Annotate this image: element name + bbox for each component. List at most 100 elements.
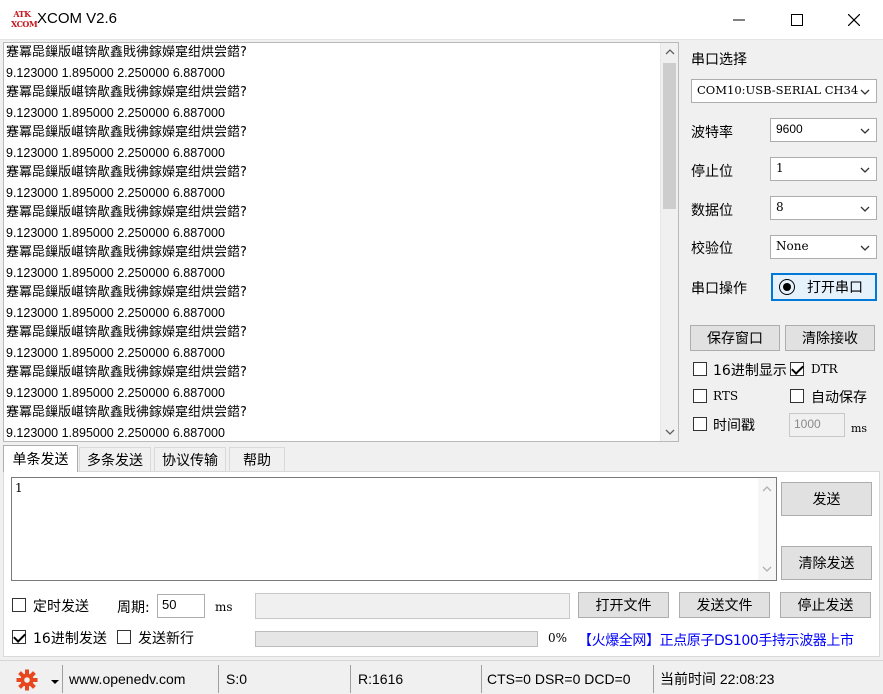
parity-value: None	[776, 239, 809, 253]
data-bits-select[interactable]: 8	[770, 196, 877, 220]
port-status-icon	[779, 279, 795, 295]
timed-send-label: 定时发送	[33, 599, 89, 615]
ad-link[interactable]: 【火爆全网】正点原子DS100手持示波器上市	[578, 629, 873, 654]
current-time: 当前时间 22:08:23	[660, 671, 775, 687]
receive-line: 9.123000 1.895000 2.250000 6.887000	[6, 66, 225, 80]
hex-send-label: 16进制发送	[33, 631, 107, 647]
sent-count: S:0	[226, 671, 248, 687]
send-newline-checkbox[interactable]	[117, 630, 131, 644]
send-text: 1	[15, 481, 23, 495]
receive-line: 蹇冪巼鏁版嵁锛歄鑫戝彿鎵嬫寔绀烘尝鍣?	[6, 245, 247, 260]
data-bits-value: 8	[776, 200, 784, 214]
parity-select[interactable]: None	[770, 235, 877, 259]
timed-send-checkbox[interactable]	[12, 598, 26, 612]
baud-label: 波特率	[691, 125, 733, 141]
title-bar: ATK XCOM XCOM V2.6	[0, 0, 883, 40]
port-operation-label: 串口操作	[691, 281, 747, 297]
dtr-checkbox[interactable]	[790, 362, 804, 376]
send-scroll-up-button[interactable]	[758, 480, 776, 498]
timestamp-label: 时间戳	[713, 418, 755, 434]
xcom-logo-icon: ATK XCOM	[11, 9, 38, 29]
auto-save-checkbox[interactable]	[790, 389, 804, 403]
receive-line: 蹇冪巼鏁版嵁锛歄鑫戝彿鎵嬫寔绀烘尝鍣?	[6, 165, 247, 180]
chevron-down-icon	[860, 206, 870, 212]
send-button[interactable]: 发送	[781, 482, 872, 516]
receive-textarea[interactable]: 蹇冪巼鏁版嵁锛歄鑫戝彿鎵嬫寔绀烘尝鍣? 9.123000 1.895000 2.2…	[3, 42, 679, 442]
minimize-button[interactable]	[710, 0, 768, 40]
tab-help[interactable]: 帮助	[229, 447, 285, 471]
receive-line: 蹇冪巼鏁版嵁锛歄鑫戝彿鎵嬫寔绀烘尝鍣?	[6, 405, 247, 420]
scroll-down-button[interactable]	[661, 423, 678, 441]
auto-save-label: 自动保存	[811, 390, 867, 406]
receive-line: 蹇冪巼鏁版嵁锛歄鑫戝彿鎵嬫寔绀烘尝鍣?	[6, 85, 247, 100]
send-scroll-down-button[interactable]	[758, 560, 776, 578]
timestamp-checkbox[interactable]	[693, 417, 707, 431]
dtr-label: DTR	[811, 362, 838, 376]
close-button[interactable]	[825, 0, 883, 40]
received-count: R:1616	[358, 671, 404, 687]
rts-checkbox[interactable]	[693, 389, 707, 403]
scroll-thumb[interactable]	[663, 63, 676, 209]
settings-menu-button[interactable]	[51, 674, 59, 689]
receive-line: 蹇冪巼鏁版嵁锛歄鑫戝彿鎵嬫寔绀烘尝鍣?	[6, 365, 247, 380]
receive-line: 9.123000 1.895000 2.250000 6.887000	[6, 386, 225, 400]
receive-line: 9.123000 1.895000 2.250000 6.887000	[6, 306, 225, 320]
port-select-value: COM10:USB-SERIAL CH34	[697, 83, 859, 97]
maximize-button[interactable]	[768, 0, 826, 40]
gear-icon	[16, 669, 38, 691]
rts-label: RTS	[713, 389, 739, 403]
tab-multi-send[interactable]: 多条发送	[79, 447, 151, 471]
save-window-button[interactable]: 保存窗口	[690, 325, 780, 351]
file-path-input[interactable]	[255, 593, 570, 619]
receive-line: 9.123000 1.895000 2.250000 6.887000	[6, 346, 225, 360]
send-textarea[interactable]: 1	[11, 477, 777, 581]
period-input[interactable]: 50	[157, 594, 205, 618]
period-ms-unit: ms	[215, 600, 233, 614]
send-progress-bar	[255, 631, 538, 647]
period-label: 周期:	[117, 600, 150, 616]
send-progress-text: 0%	[548, 631, 568, 645]
chevron-down-icon	[860, 245, 870, 251]
tab-protocol[interactable]: 协议传输	[154, 447, 226, 471]
stop-bits-label: 停止位	[691, 164, 733, 180]
website-link[interactable]: www.openedv.com	[69, 665, 185, 693]
send-file-button[interactable]: 发送文件	[679, 592, 770, 618]
baud-select[interactable]: 9600	[770, 118, 877, 142]
receive-line: 蹇冪巼鏁版嵁锛歄鑫戝彿鎵嬫寔绀烘尝鍣?	[6, 125, 247, 140]
window-title: XCOM V2.6	[37, 10, 118, 27]
data-bits-label: 数据位	[691, 203, 733, 219]
port-select-label: 串口选择	[691, 52, 747, 68]
open-port-label: 打开串口	[807, 280, 863, 296]
receive-line: 蹇冪巼鏁版嵁锛歄鑫戝彿鎵嬫寔绀烘尝鍣?	[6, 285, 247, 300]
clear-receive-button[interactable]: 清除接收	[785, 325, 875, 351]
hex-display-checkbox[interactable]	[693, 362, 707, 376]
receive-line: 9.123000 1.895000 2.250000 6.887000	[6, 226, 225, 240]
hex-send-checkbox[interactable]	[12, 630, 26, 644]
settings-gear-button[interactable]	[16, 669, 38, 691]
receive-line: 9.123000 1.895000 2.250000 6.887000	[6, 186, 225, 200]
chevron-down-icon	[860, 167, 870, 173]
send-newline-label: 发送新行	[138, 631, 194, 647]
open-port-button[interactable]: 打开串口	[771, 273, 877, 301]
receive-line: 9.123000 1.895000 2.250000 6.887000	[6, 266, 225, 280]
caret-down-icon	[51, 680, 59, 684]
receive-line: 蹇冪巼鏁版嵁锛歄鑫戝彿鎵嬫寔绀烘尝鍣?	[6, 45, 247, 60]
tab-single-send[interactable]: 单条发送	[3, 445, 78, 472]
receive-line: 蹇冪巼鏁版嵁锛歄鑫戝彿鎵嬫寔绀烘尝鍣?	[6, 205, 247, 220]
send-scrollbar[interactable]	[758, 478, 776, 580]
close-icon	[848, 14, 860, 26]
receive-scrollbar[interactable]	[660, 43, 678, 441]
stop-bits-select[interactable]: 1	[770, 157, 877, 181]
timestamp-interval-input[interactable]: 1000	[789, 413, 845, 437]
port-select[interactable]: COM10:USB-SERIAL CH34	[691, 79, 877, 103]
chevron-down-icon	[860, 128, 870, 134]
parity-label: 校验位	[691, 241, 733, 257]
receive-lines: 蹇冪巼鏁版嵁锛歄鑫戝彿鎵嬫寔绀烘尝鍣? 9.123000 1.895000 2.2…	[6, 43, 656, 441]
stop-send-button[interactable]: 停止发送	[780, 592, 871, 618]
baud-select-value: 9600	[776, 122, 803, 136]
stop-bits-value: 1	[776, 161, 784, 175]
open-file-button[interactable]: 打开文件	[578, 592, 669, 618]
signal-status: CTS=0 DSR=0 DCD=0	[487, 671, 631, 687]
clear-send-button[interactable]: 清除发送	[781, 546, 872, 580]
scroll-up-button[interactable]	[661, 43, 678, 61]
